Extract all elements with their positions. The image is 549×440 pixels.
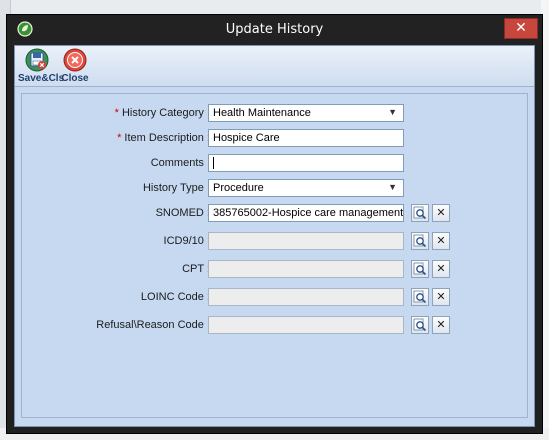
close-button[interactable]: Close	[56, 48, 94, 84]
cpt-clear-button[interactable]: ✕	[432, 260, 450, 278]
clear-x-icon: ✕	[436, 318, 446, 331]
history-category-row: * History Category : Health Maintenance …	[22, 104, 527, 124]
history-category-select[interactable]: Health Maintenance ▼	[208, 104, 404, 122]
text-caret	[213, 157, 214, 170]
history-type-label: History Type :	[142, 182, 210, 194]
item-description-label: * Item Description :	[117, 132, 210, 144]
toolbar: Save&Cls Close	[15, 46, 534, 87]
loinc-clear-button[interactable]: ✕	[432, 288, 450, 306]
item-description-input[interactable]: Hospice Care	[208, 129, 404, 147]
clear-x-icon: ✕	[436, 290, 446, 303]
icd-lookup-button[interactable]	[411, 232, 429, 250]
cpt-input[interactable]	[208, 260, 404, 278]
icd-label: ICD9/10 :	[163, 235, 210, 247]
refusal-reason-clear-button[interactable]: ✕	[432, 316, 450, 334]
close-circle-icon	[63, 48, 87, 72]
cpt-row: CPT : ✕	[22, 260, 527, 280]
item-description-row: * Item Description : Hospice Care	[22, 129, 527, 149]
comments-label: Comments :	[150, 157, 210, 169]
dialog-client-area: Save&Cls Close * History Category : Heal…	[14, 45, 535, 427]
magnifier-icon	[413, 318, 427, 332]
required-marker: *	[114, 107, 119, 119]
window-title: Update History	[225, 22, 324, 37]
history-form: * History Category : Health Maintenance …	[21, 93, 528, 418]
loinc-lookup-button[interactable]	[411, 288, 429, 306]
refusal-reason-label: Refusal\Reason Code :	[96, 319, 210, 331]
icd-clear-button[interactable]: ✕	[432, 232, 450, 250]
clear-x-icon: ✕	[436, 262, 446, 275]
chevron-down-icon: ▼	[388, 182, 397, 192]
loinc-row: LOINC Code : ✕	[22, 288, 527, 308]
icd-input[interactable]	[208, 232, 404, 250]
snomed-label: SNOMED :	[155, 207, 210, 219]
comments-input[interactable]	[208, 154, 404, 172]
close-label: Close	[61, 73, 89, 84]
loinc-label: LOINC Code :	[140, 291, 210, 303]
comments-row: Comments :	[22, 154, 527, 174]
cpt-label: CPT :	[182, 263, 210, 275]
window-close-button[interactable]: ✕	[504, 18, 538, 39]
history-category-label: * History Category :	[114, 107, 210, 119]
magnifier-icon	[413, 262, 427, 276]
cpt-lookup-button[interactable]	[411, 260, 429, 278]
snomed-row: SNOMED : 385765002-Hospice care manageme…	[22, 204, 527, 224]
magnifier-icon	[413, 234, 427, 248]
history-type-select[interactable]: Procedure ▼	[208, 179, 404, 197]
save-close-button[interactable]: Save&Cls	[18, 48, 65, 84]
update-history-dialog: Update History ✕ Save&Cls Close * Histor…	[6, 14, 543, 434]
refusal-reason-row: Refusal\Reason Code : ✕	[22, 316, 527, 336]
magnifier-icon	[413, 290, 427, 304]
snomed-input[interactable]: 385765002-Hospice care management	[208, 204, 404, 222]
history-type-row: History Type : Procedure ▼	[22, 179, 527, 199]
magnifier-icon	[413, 206, 427, 220]
clear-x-icon: ✕	[436, 206, 446, 219]
clear-x-icon: ✕	[436, 234, 446, 247]
snomed-clear-button[interactable]: ✕	[432, 204, 450, 222]
snomed-lookup-button[interactable]	[411, 204, 429, 222]
refusal-reason-lookup-button[interactable]	[411, 316, 429, 334]
save-close-icon	[25, 48, 49, 72]
save-close-label: Save&Cls	[18, 73, 65, 84]
icd-row: ICD9/10 : ✕	[22, 232, 527, 252]
required-marker: *	[117, 132, 122, 144]
chevron-down-icon: ▼	[388, 107, 397, 117]
title-bar[interactable]: Update History ✕	[7, 15, 542, 45]
loinc-input[interactable]	[208, 288, 404, 306]
refusal-reason-input[interactable]	[208, 316, 404, 334]
